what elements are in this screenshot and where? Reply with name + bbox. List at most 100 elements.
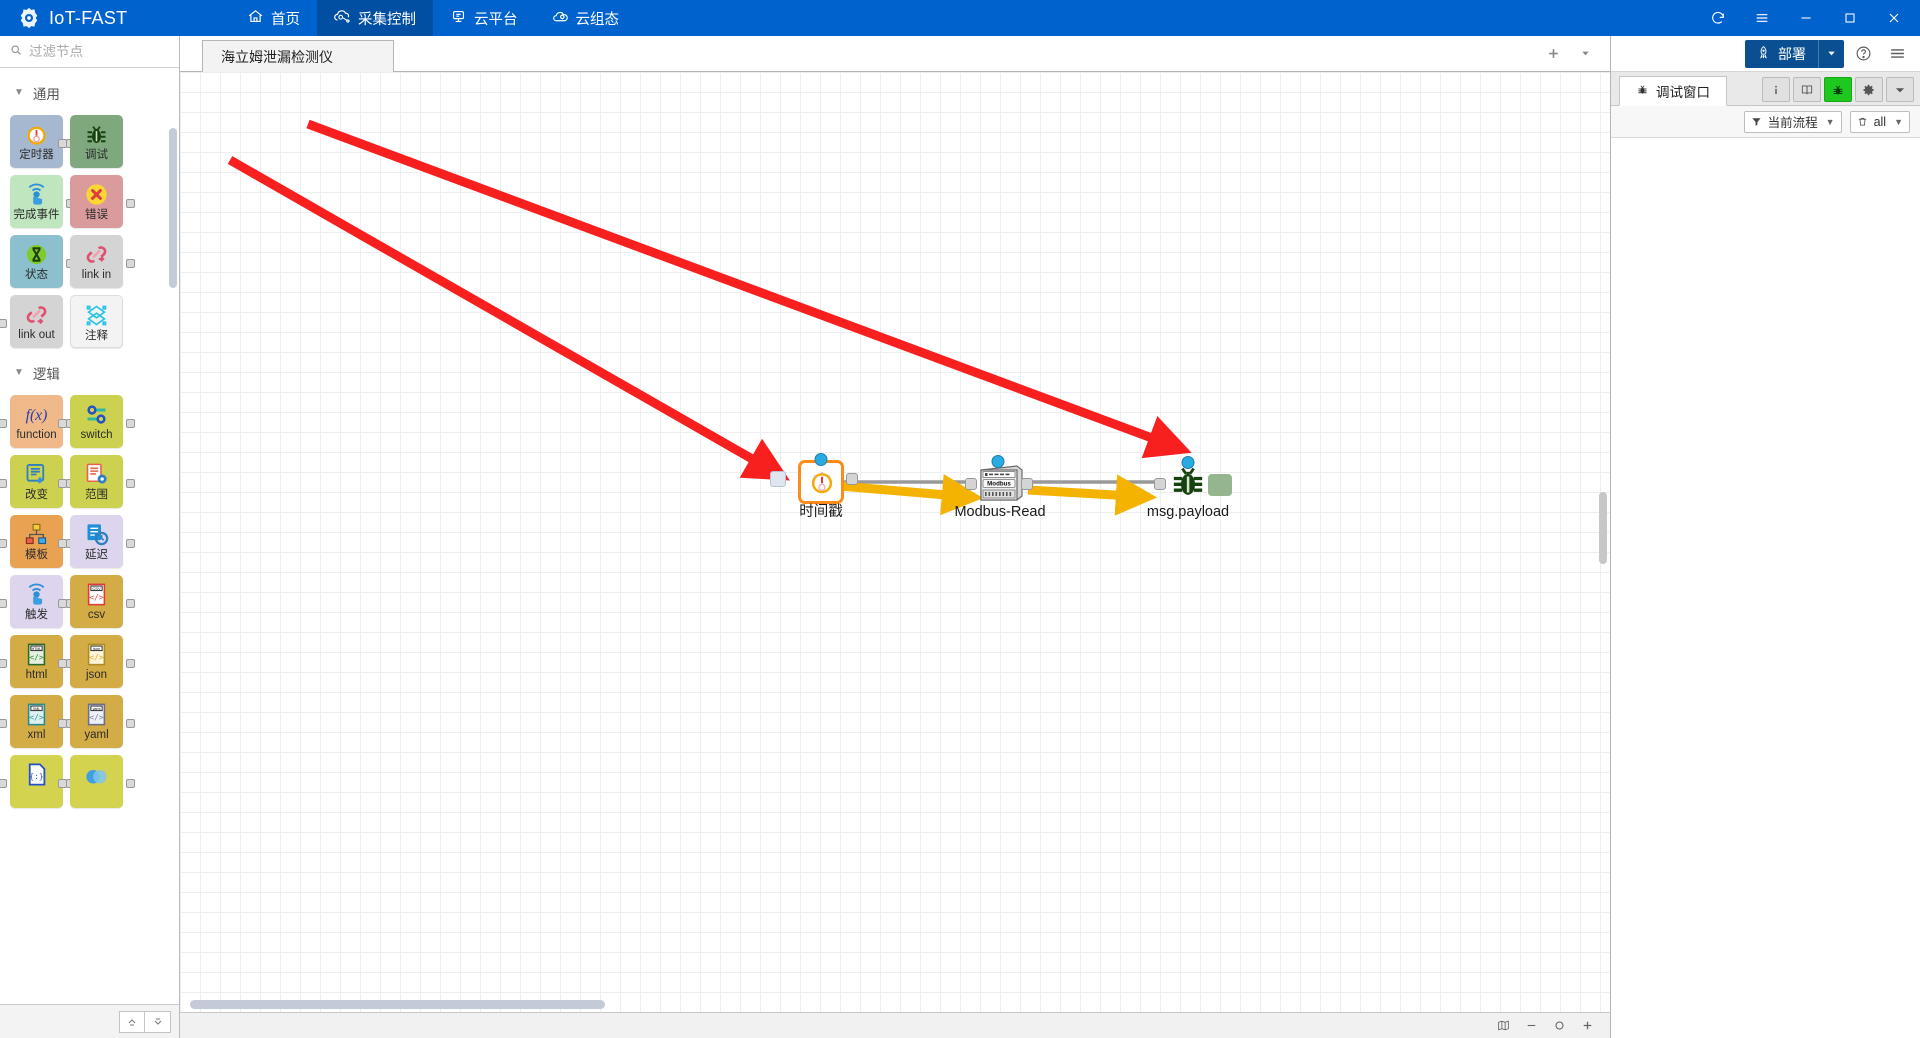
palette-node-braces[interactable]: {:}: [0, 755, 75, 808]
zoom-out-button[interactable]: [1522, 1017, 1540, 1035]
palette-search[interactable]: [0, 36, 179, 68]
palette-node-csv[interactable]: CSV </> csv: [58, 575, 135, 628]
refresh-icon[interactable]: [1696, 0, 1740, 36]
output-port[interactable]: [126, 779, 135, 788]
input-port[interactable]: [0, 419, 7, 428]
flow-menu-button[interactable]: [1570, 38, 1600, 68]
output-port[interactable]: [126, 719, 135, 728]
collapse-all-button[interactable]: [119, 1010, 145, 1033]
palette-node-yaml[interactable]: yaml </> yaml: [58, 695, 135, 748]
output-port[interactable]: [126, 659, 135, 668]
palette-node-error[interactable]: 错误: [70, 175, 135, 228]
node-body[interactable]: Modbus: [977, 462, 1023, 502]
input-port[interactable]: [0, 539, 7, 548]
flow-filter-select[interactable]: 当前流程 ▼: [1743, 110, 1842, 133]
search-input[interactable]: [29, 44, 169, 59]
main-menu-button[interactable]: [1882, 39, 1912, 69]
canvas-vertical-scrollbar[interactable]: [1599, 492, 1607, 564]
flow-node-modbus-read[interactable]: Modbus Modbus-Read: [954, 455, 1046, 520]
input-port[interactable]: [0, 479, 7, 488]
flow-canvas-wrapper[interactable]: 时间戳 Modbus Modbus-Read msg.payload: [180, 72, 1610, 1012]
input-port[interactable]: [58, 419, 67, 428]
nav-item-cloud-config[interactable]: 云组态: [535, 0, 637, 36]
deploy-button[interactable]: 部署: [1745, 39, 1844, 68]
palette-node-change[interactable]: 改变: [0, 455, 75, 508]
palette-node-delay[interactable]: 延迟: [58, 515, 135, 568]
palette-node-status[interactable]: 状态: [10, 235, 75, 288]
input-port[interactable]: [0, 319, 7, 328]
output-port[interactable]: [126, 259, 135, 268]
output-port[interactable]: [846, 473, 858, 485]
output-port[interactable]: [126, 539, 135, 548]
input-port[interactable]: [0, 779, 7, 788]
clear-log-select[interactable]: all ▼: [1849, 110, 1910, 133]
palette-node-timer[interactable]: 定时器: [10, 115, 75, 168]
nav-item-collect-control[interactable]: 采集控制: [317, 0, 433, 36]
input-port[interactable]: [0, 719, 7, 728]
node-body[interactable]: [798, 460, 844, 504]
input-port[interactable]: [58, 539, 67, 548]
output-port[interactable]: [126, 599, 135, 608]
deploy-caret-icon[interactable]: [1818, 39, 1844, 68]
minimize-icon[interactable]: [1784, 0, 1828, 36]
input-port[interactable]: [965, 478, 977, 490]
tab-debug-window[interactable]: 调试窗口: [1619, 76, 1727, 106]
palette-node-link-in[interactable]: link in: [70, 235, 135, 288]
palette-category-logic[interactable]: ▼ 逻辑: [0, 354, 179, 392]
nav-item-home[interactable]: 首页: [230, 0, 317, 36]
view-navigator-button[interactable]: [1494, 1017, 1512, 1035]
input-port[interactable]: [58, 479, 67, 488]
output-port[interactable]: [126, 199, 135, 208]
config-tab-button[interactable]: [1855, 77, 1883, 102]
flow-node-msg-payload[interactable]: msg.payload: [1147, 456, 1232, 520]
debug-message-list[interactable]: [1611, 138, 1920, 1038]
input-port[interactable]: [58, 779, 67, 788]
input-port[interactable]: [0, 659, 7, 668]
input-port[interactable]: [58, 719, 67, 728]
menu-icon[interactable]: [1740, 0, 1784, 36]
maximize-icon[interactable]: [1828, 0, 1872, 36]
palette-scrollbar[interactable]: [169, 128, 177, 288]
output-port[interactable]: [1021, 478, 1033, 490]
more-tabs-button[interactable]: [1886, 77, 1914, 102]
palette-node-debug[interactable]: 调试: [58, 115, 123, 168]
palette-node-html[interactable]: HTML </> html: [0, 635, 75, 688]
canvas-horizontal-scrollbar[interactable]: [190, 1000, 605, 1009]
palette-node-json[interactable]: json </> json: [58, 635, 135, 688]
nav-item-cloud-platform[interactable]: 云平台: [433, 0, 535, 36]
brand: IoT-FAST: [0, 7, 230, 29]
annotation-arrow-to-timestamp: [227, 156, 790, 481]
help-tab-button[interactable]: [1793, 77, 1821, 102]
drop-target-port[interactable]: [770, 471, 786, 487]
palette-node-complete-event[interactable]: 完成事件: [10, 175, 75, 228]
palette-node-xml[interactable]: XML </> xml: [0, 695, 75, 748]
input-port[interactable]: [58, 659, 67, 668]
palette-node-trigger[interactable]: 触发: [0, 575, 75, 628]
add-flow-button[interactable]: [1538, 38, 1568, 68]
expand-all-button[interactable]: [145, 1010, 171, 1033]
input-port[interactable]: [58, 139, 67, 148]
zoom-reset-button[interactable]: [1550, 1017, 1568, 1035]
output-port[interactable]: [126, 419, 135, 428]
info-tab-button[interactable]: [1762, 77, 1790, 102]
zoom-in-button[interactable]: [1578, 1017, 1596, 1035]
palette-node-range[interactable]: 范围: [58, 455, 135, 508]
palette-node-switch[interactable]: switch: [58, 395, 135, 448]
input-port[interactable]: [1154, 478, 1166, 490]
output-port[interactable]: [126, 479, 135, 488]
flow-tab-active[interactable]: 海立姆泄漏检测仪: [202, 40, 394, 73]
input-port[interactable]: [58, 599, 67, 608]
flow-canvas[interactable]: 时间戳 Modbus Modbus-Read msg.payload: [180, 72, 1610, 1012]
close-icon[interactable]: [1872, 0, 1916, 36]
deploy-main[interactable]: 部署: [1745, 40, 1818, 68]
palette-node-comment[interactable]: 注释: [70, 295, 123, 348]
input-port[interactable]: [0, 599, 7, 608]
palette-node-join[interactable]: [58, 755, 135, 808]
palette-node-template[interactable]: 模板: [0, 515, 75, 568]
help-button[interactable]: [1848, 39, 1878, 69]
debug-tab-button[interactable]: [1824, 77, 1852, 102]
palette-node-link-out[interactable]: link out: [0, 295, 63, 348]
palette-node-function[interactable]: f(x) function: [0, 395, 75, 448]
flow-node-timestamp[interactable]: 时间戳: [770, 453, 858, 520]
palette-category-general[interactable]: ▼ 通用: [0, 74, 179, 112]
